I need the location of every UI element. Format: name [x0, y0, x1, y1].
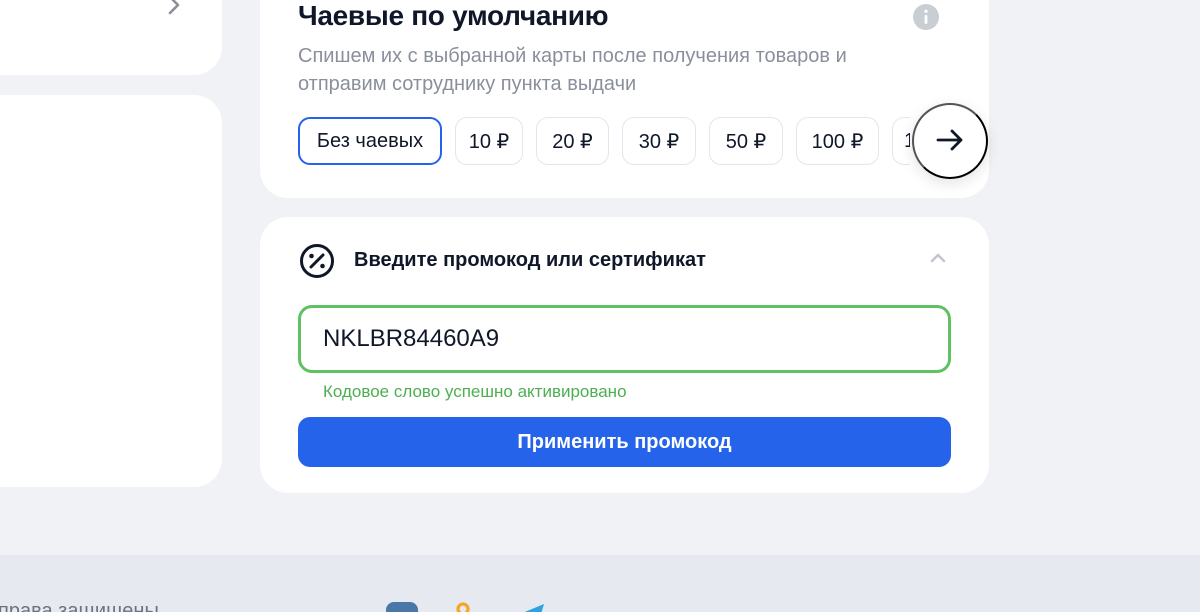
percent-badge-icon [299, 243, 335, 279]
tip-option-10[interactable]: 10 ₽ [455, 117, 523, 165]
tip-option-20[interactable]: 20 ₽ [536, 117, 609, 165]
ok-icon[interactable] [452, 602, 474, 612]
tip-option-more[interactable]: 1 [892, 117, 910, 165]
footer: права защищены [0, 555, 1200, 612]
telegram-icon[interactable] [518, 602, 546, 612]
promo-success-message: Кодовое слово успешно активировано [323, 382, 627, 401]
info-icon[interactable] [913, 4, 939, 30]
chevron-up-icon[interactable] [929, 251, 947, 265]
tip-option-30[interactable]: 30 ₽ [622, 117, 696, 165]
footer-copyright: права защищены [0, 600, 159, 612]
tips-card: Чаевые по умолчанию Спишем их с выбранно… [260, 0, 989, 198]
tips-title: Чаевые по умолчанию [298, 0, 609, 31]
promo-code-input[interactable] [298, 305, 951, 373]
arrow-right-icon [935, 128, 965, 155]
tip-option-100[interactable]: 100 ₽ [796, 117, 879, 165]
left-card-middle [0, 95, 222, 487]
promo-card: Введите промокод или сертификат Кодовое … [260, 217, 989, 493]
tip-option-none[interactable]: Без чаевых [298, 117, 442, 165]
tip-options: Без чаевых 10 ₽ 20 ₽ 30 ₽ 50 ₽ 100 ₽ 1 [298, 117, 910, 169]
tips-description: Спишем их с выбранной карты после получе… [298, 45, 847, 95]
promo-title: Введите промокод или сертификат [354, 249, 706, 271]
chevron-right-icon[interactable] [166, 0, 182, 16]
tips-next-button[interactable] [912, 103, 988, 179]
tip-option-50[interactable]: 50 ₽ [709, 117, 783, 165]
vk-icon[interactable] [386, 602, 418, 612]
apply-promo-button[interactable]: Применить промокод [298, 417, 951, 467]
left-card-top [0, 0, 222, 75]
